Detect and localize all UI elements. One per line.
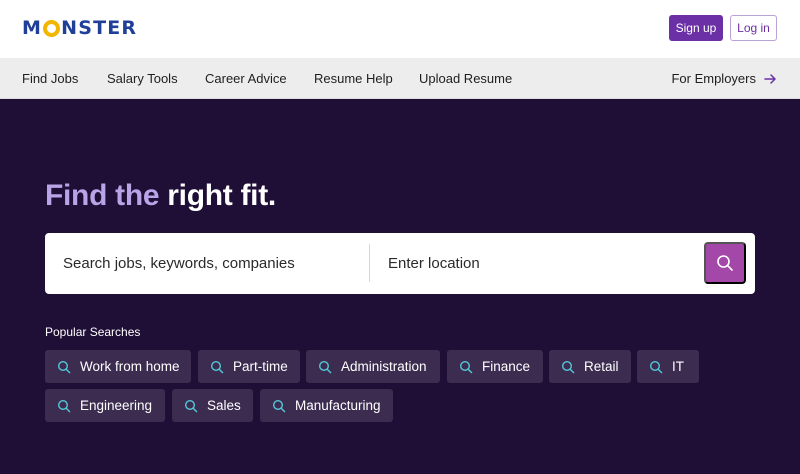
search-icon (57, 360, 71, 373)
monster-logo[interactable]: M NSTER (22, 17, 137, 39)
headline-bold: right fit. (167, 179, 276, 212)
popular-searches-label: Popular Searches (45, 325, 141, 339)
login-button[interactable]: Log in (730, 15, 777, 41)
chip-it[interactable]: IT (637, 350, 699, 383)
logo-o-mark (43, 19, 61, 37)
chip-sales[interactable]: Sales (172, 389, 253, 422)
main-nav: Find Jobs Salary Tools Career Advice Res… (0, 58, 800, 99)
nav-resume-help[interactable]: Resume Help (314, 71, 393, 86)
nav-find-jobs[interactable]: Find Jobs (22, 71, 78, 86)
chip-manufacturing[interactable]: Manufacturing (260, 389, 393, 422)
search-icon (459, 360, 473, 373)
search-bar (45, 233, 755, 294)
chip-label: Manufacturing (295, 398, 381, 413)
search-divider (369, 244, 370, 282)
chip-work-from-home[interactable]: Work from home (45, 350, 191, 383)
search-button[interactable] (704, 242, 746, 284)
location-input[interactable] (388, 233, 688, 294)
chip-label: Part-time (233, 359, 288, 374)
search-icon (318, 360, 332, 373)
nav-upload-resume[interactable]: Upload Resume (419, 71, 512, 86)
chip-label: Retail (584, 359, 619, 374)
arrow-right-icon (764, 73, 776, 84)
nav-salary-tools[interactable]: Salary Tools (107, 71, 178, 86)
search-icon (184, 399, 198, 412)
search-icon (210, 360, 224, 373)
chip-part-time[interactable]: Part-time (198, 350, 300, 383)
signup-button[interactable]: Sign up (669, 15, 723, 41)
chip-label: Finance (482, 359, 531, 374)
search-icon (272, 399, 286, 412)
chip-label: Administration (341, 359, 427, 374)
chip-retail[interactable]: Retail (549, 350, 631, 383)
keyword-search-input[interactable] (63, 233, 358, 294)
hero-section: Find the right fit. Popular Searches Wor… (0, 99, 800, 474)
search-icon (717, 255, 733, 271)
logo-rest: NSTER (61, 17, 138, 39)
headline-light: Find the (45, 179, 168, 212)
for-employers-label: For Employers (671, 71, 756, 86)
chip-finance[interactable]: Finance (447, 350, 543, 383)
site-header: M NSTER Sign up Log in (0, 0, 800, 58)
nav-career-advice[interactable]: Career Advice (205, 71, 287, 86)
search-icon (649, 360, 663, 373)
search-icon (57, 399, 71, 412)
search-icon (561, 360, 575, 373)
chip-administration[interactable]: Administration (306, 350, 440, 383)
chip-engineering[interactable]: Engineering (45, 389, 165, 422)
nav-for-employers[interactable]: For Employers (671, 71, 777, 86)
chip-label: Engineering (80, 398, 153, 413)
hero-headline: Find the right fit. (45, 179, 276, 213)
chip-label: IT (672, 359, 684, 374)
chip-label: Sales (207, 398, 241, 413)
logo-letter: M (22, 17, 43, 39)
chip-label: Work from home (80, 359, 180, 374)
